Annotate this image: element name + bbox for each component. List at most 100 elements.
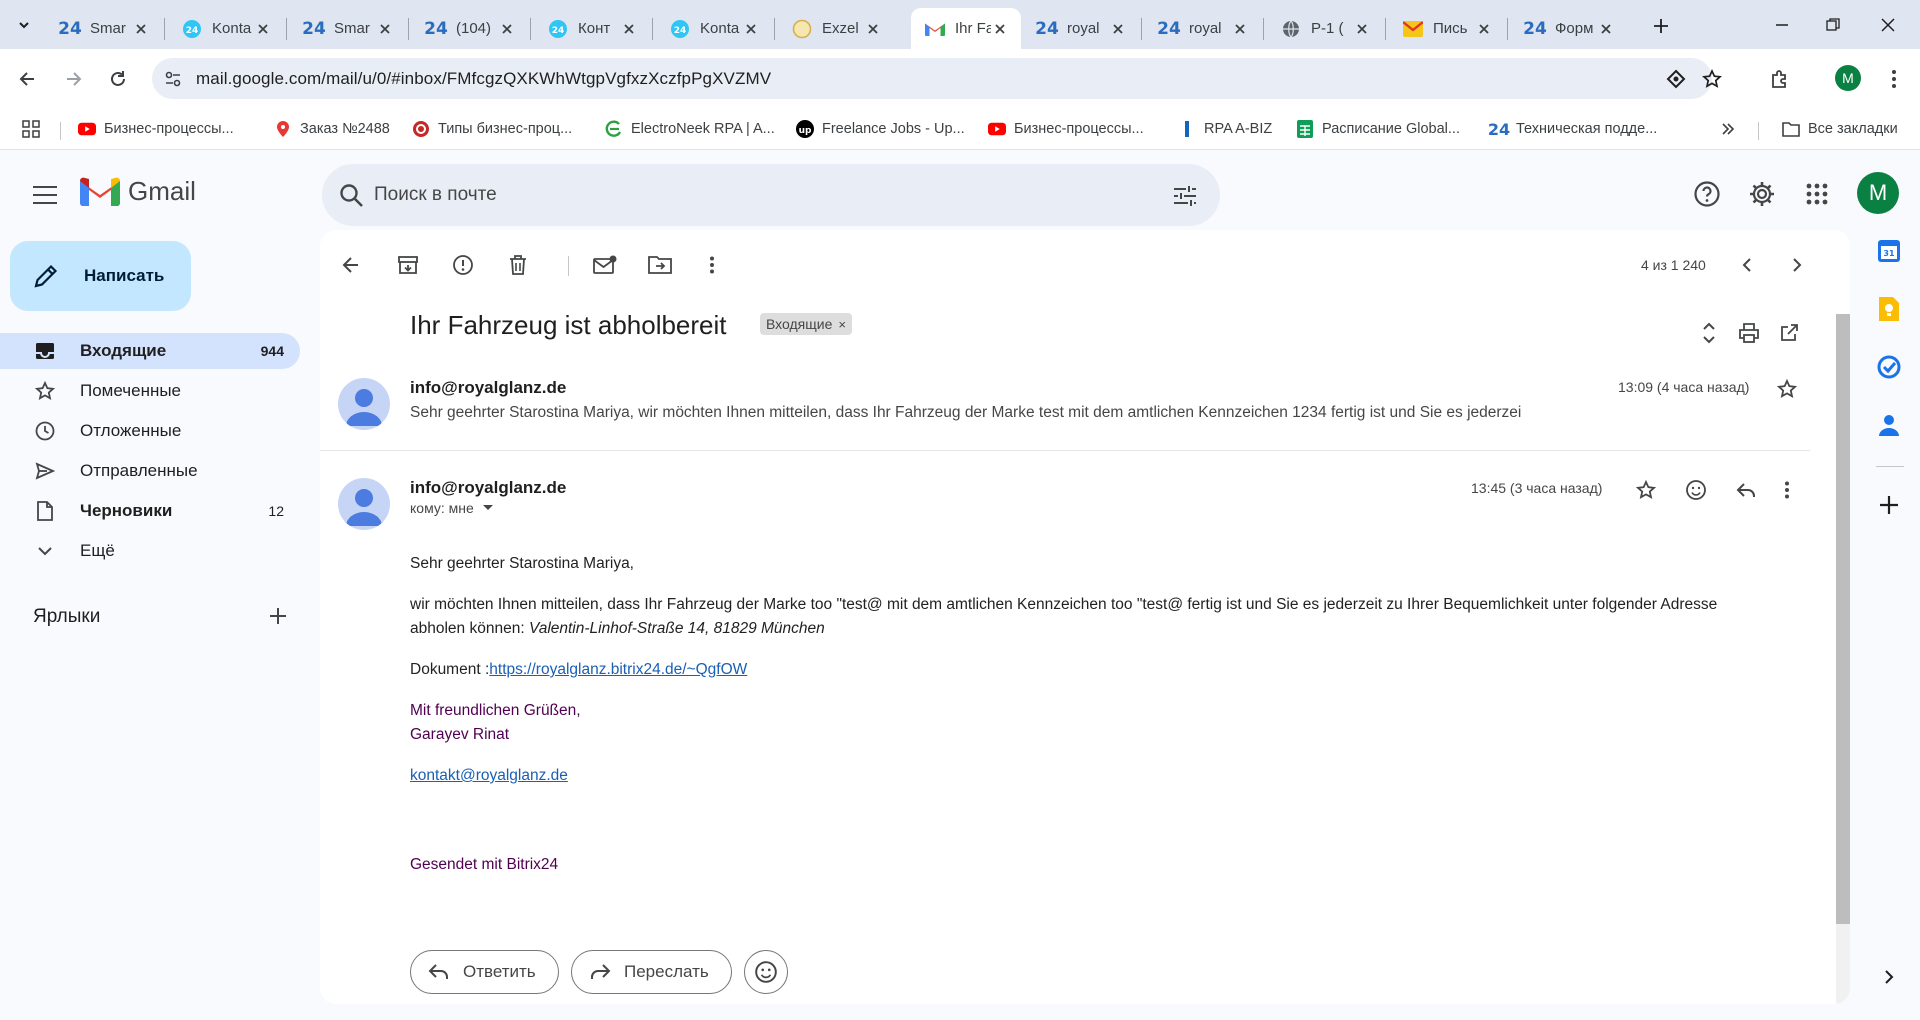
mail-search-input[interactable] <box>374 178 1134 212</box>
minimize-window-button[interactable] <box>1767 10 1797 40</box>
site-info-icon[interactable] <box>162 68 184 90</box>
close-window-button[interactable] <box>1873 10 1903 40</box>
browser-tab[interactable]: 24 Конт <box>534 8 650 49</box>
browser-tab[interactable]: 24 (104) <box>412 8 528 49</box>
document-link[interactable]: https://royalglanz.bitrix24.de/~QgfOW <box>489 661 747 678</box>
tasks-app-button[interactable] <box>1874 352 1904 382</box>
show-side-panel-button[interactable] <box>1874 962 1904 992</box>
reload-button[interactable] <box>102 63 134 95</box>
bookmark-item[interactable]: Бизнес-процессы... <box>78 117 234 141</box>
close-tab-icon[interactable] <box>991 20 1009 38</box>
get-addons-button[interactable] <box>1874 490 1904 520</box>
apps-button[interactable] <box>22 117 40 141</box>
email-link[interactable]: kontakt@royalglanz.de <box>410 767 568 784</box>
back-button[interactable] <box>12 63 44 95</box>
browser-menu-button[interactable] <box>1878 63 1910 95</box>
close-tab-icon[interactable] <box>498 20 516 38</box>
google-apps-button[interactable] <box>1799 176 1835 212</box>
close-tab-icon[interactable] <box>620 20 638 38</box>
bookmark-item[interactable]: Заказ №2488 <box>274 117 390 141</box>
browser-tab[interactable]: 24 Konta <box>168 8 284 49</box>
expand-all-button[interactable] <box>1694 318 1724 348</box>
support-button[interactable] <box>1689 176 1725 212</box>
search-options-icon[interactable] <box>1170 181 1200 211</box>
bookmark-item[interactable]: Типы бизнес-проц... <box>412 117 572 141</box>
nav-item-inbox[interactable]: Входящие 944 <box>0 333 300 369</box>
scrollbar-thumb[interactable] <box>1836 314 1850 924</box>
browser-tab[interactable]: P-1 ( <box>1267 8 1383 49</box>
star-message-button[interactable] <box>1771 373 1803 405</box>
bookmark-item[interactable]: ElectroNeek RPA | A... <box>605 117 775 141</box>
bookmark-item[interactable]: Расписание Global... <box>1296 117 1460 141</box>
nav-item-more[interactable]: Ещё <box>0 533 300 569</box>
recipient-details[interactable]: кому: мне <box>410 500 494 516</box>
bookmarks-overflow-button[interactable] <box>1720 117 1736 141</box>
lens-icon[interactable] <box>1664 67 1688 91</box>
message-sender[interactable]: info@royalglanz.de <box>410 478 566 498</box>
browser-tab[interactable]: Ihr Fa <box>911 8 1021 49</box>
newer-message-button[interactable] <box>1730 248 1764 282</box>
close-tab-icon[interactable] <box>1597 20 1615 38</box>
mark-unread-button[interactable] <box>588 248 622 282</box>
print-button[interactable] <box>1734 318 1764 348</box>
browser-tab[interactable]: Пись <box>1389 8 1505 49</box>
star-message-button[interactable] <box>1630 474 1662 506</box>
close-tab-icon[interactable] <box>1475 20 1493 38</box>
add-label-icon[interactable] <box>266 604 290 628</box>
close-tab-icon[interactable] <box>1231 20 1249 38</box>
browser-tab[interactable]: 24 royal <box>1145 8 1261 49</box>
close-tab-icon[interactable] <box>132 20 150 38</box>
restore-window-button[interactable] <box>1818 10 1848 40</box>
close-tab-icon[interactable] <box>1109 20 1127 38</box>
react-emoji-button[interactable] <box>744 950 788 994</box>
archive-button[interactable] <box>391 248 425 282</box>
nav-item-sent[interactable]: Отправленные <box>0 453 300 489</box>
bookmark-item[interactable]: up Freelance Jobs - Up... <box>796 117 965 141</box>
tab-search-button[interactable] <box>8 9 40 41</box>
forward-button[interactable] <box>57 63 89 95</box>
gmail-logo[interactable]: Gmail <box>80 176 196 207</box>
keep-app-button[interactable] <box>1874 294 1904 324</box>
close-tab-icon[interactable] <box>742 20 760 38</box>
delete-button[interactable] <box>501 248 535 282</box>
account-avatar[interactable]: M <box>1857 172 1899 214</box>
older-message-button[interactable] <box>1780 248 1814 282</box>
message-more-button[interactable] <box>1771 474 1803 506</box>
report-spam-button[interactable] <box>446 248 480 282</box>
browser-tab[interactable]: 24 Smar <box>290 8 406 49</box>
extensions-button[interactable] <box>1764 63 1796 95</box>
move-to-button[interactable] <box>643 248 677 282</box>
nav-item-snoozed[interactable]: Отложенные <box>0 413 300 449</box>
more-actions-button[interactable] <box>695 248 729 282</box>
settings-button[interactable] <box>1744 176 1780 212</box>
close-tab-icon[interactable] <box>1353 20 1371 38</box>
calendar-app-button[interactable]: 31 <box>1874 236 1904 266</box>
nav-item-starred[interactable]: Помеченные <box>0 373 300 409</box>
browser-tab[interactable]: 24 Форм <box>1511 8 1627 49</box>
all-bookmarks-folder[interactable]: Все закладки <box>1782 117 1898 141</box>
add-reaction-button[interactable] <box>1680 474 1712 506</box>
reply-button[interactable]: Ответить <box>410 950 559 994</box>
reply-icon-button[interactable] <box>1730 474 1762 506</box>
open-new-window-button[interactable] <box>1774 318 1804 348</box>
contacts-app-button[interactable] <box>1874 410 1904 440</box>
browser-tab[interactable]: 24 Konta <box>656 8 772 49</box>
new-tab-button[interactable] <box>1647 12 1675 40</box>
browser-tab[interactable]: 24 Smar <box>46 8 162 49</box>
compose-button[interactable]: Написать <box>10 241 191 311</box>
browser-profile-avatar[interactable]: M <box>1835 65 1861 91</box>
browser-tab[interactable]: 24 royal <box>1023 8 1139 49</box>
bookmark-item[interactable]: Бизнес-процессы... <box>988 117 1144 141</box>
address-bar[interactable]: mail.google.com/mail/u/0/#inbox/FMfcgzQX… <box>152 58 1722 99</box>
nav-item-drafts[interactable]: Черновики 12 <box>0 493 300 529</box>
close-tab-icon[interactable] <box>376 20 394 38</box>
message-sender[interactable]: info@royalglanz.de <box>410 378 566 398</box>
browser-tab[interactable]: Exzel <box>778 8 894 49</box>
bookmark-item[interactable]: RPA A-BIZ <box>1178 117 1272 141</box>
address-url[interactable]: mail.google.com/mail/u/0/#inbox/FMfcgzQX… <box>196 69 771 89</box>
search-icon[interactable] <box>338 182 366 210</box>
forward-button[interactable]: Переслать <box>571 950 732 994</box>
close-tab-icon[interactable] <box>864 20 882 38</box>
remove-label-icon[interactable]: × <box>838 317 846 332</box>
message-snippet[interactable]: Sehr geehrter Starostina Mariya, wir möc… <box>410 404 1521 422</box>
